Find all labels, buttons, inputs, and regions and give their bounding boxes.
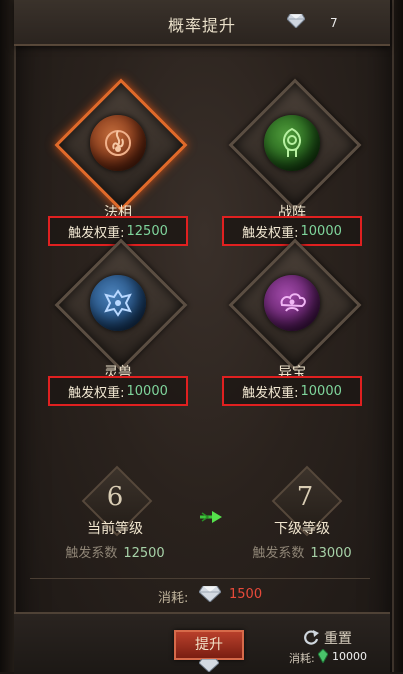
weight-value: 10000: [126, 383, 168, 399]
coef-label: 触发系数: [252, 546, 305, 561]
green-rune-icon: [283, 127, 301, 157]
coef-value: 12500: [123, 546, 165, 561]
weight-label: 触发权重:: [242, 385, 299, 401]
reset-cost-value: 10000: [332, 650, 367, 663]
cost-value: 1500: [229, 587, 263, 602]
current-level-coef: 触发系数 12500: [35, 542, 195, 561]
weight-label: 触发权重:: [242, 225, 299, 241]
next-level-label: 下级等级: [274, 521, 330, 537]
weight-value: 10000: [300, 223, 342, 239]
next-level-number: 7: [296, 482, 314, 512]
weight-label: 触发权重:: [68, 385, 125, 401]
slot-zhanzhen[interactable]: 战阵 触发权重: 10000: [222, 78, 362, 246]
left-edge: [0, 0, 14, 672]
reset-label: 重置: [324, 631, 352, 647]
refresh-icon: [304, 630, 319, 645]
weight-box: 触发权重: 10000: [222, 376, 362, 406]
next-level-coef: 触发系数 13000: [222, 542, 382, 561]
reset-cost-label: 消耗:: [289, 652, 315, 665]
upgrade-button[interactable]: 提升: [174, 630, 244, 660]
reset-button[interactable]: 重置: [302, 626, 362, 648]
slot-lingshou[interactable]: 灵兽 触发权重: 10000: [48, 238, 188, 406]
treasure-cloud-icon: [280, 293, 306, 312]
weight-value: 10000: [300, 383, 342, 399]
cost-label: 消耗:: [158, 591, 189, 606]
gem-icon: [199, 659, 219, 672]
gem-icon: [199, 586, 221, 602]
arrow-right-icon: [200, 511, 222, 523]
green-orb: [264, 115, 320, 171]
slot-faxiang[interactable]: 法相 触发权重: 12500: [48, 78, 188, 246]
divider: [30, 44, 370, 45]
current-level-label: 当前等级: [87, 521, 143, 537]
slot-yibao[interactable]: 异宝 触发权重: 10000: [222, 238, 362, 406]
blue-orb: [90, 275, 146, 331]
beast-crest-icon: [104, 289, 132, 317]
purple-orb: [264, 275, 320, 331]
coef-value: 13000: [310, 546, 352, 561]
fire-orb: [90, 115, 146, 171]
weight-value: 12500: [126, 223, 168, 239]
fire-sigil-icon: [105, 130, 131, 156]
current-level-number: 6: [106, 482, 124, 512]
weight-box: 触发权重: 10000: [48, 376, 188, 406]
gem-icon: [287, 14, 305, 28]
weight-label: 触发权重:: [68, 225, 125, 241]
green-crystal-icon: [318, 649, 328, 663]
coef-label: 触发系数: [65, 546, 118, 561]
currency-count: 7: [330, 16, 338, 30]
